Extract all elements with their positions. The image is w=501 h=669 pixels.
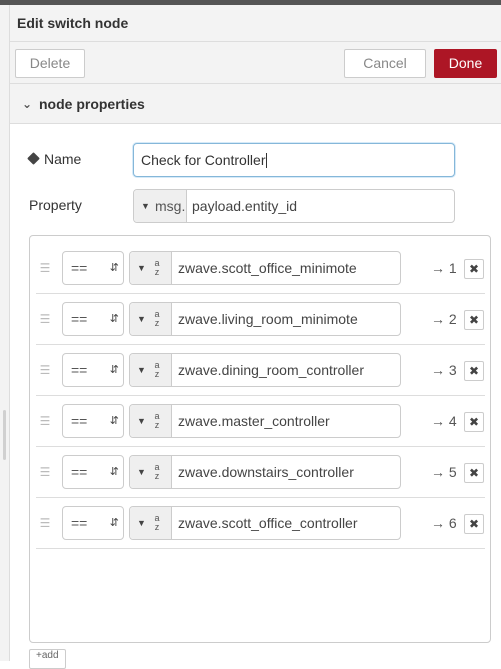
rule-value: zwave.scott_office_controller [178, 515, 358, 531]
node-properties-section[interactable]: ⌄ node properties [10, 84, 501, 124]
drag-handle-icon[interactable]: ☰ [39, 262, 51, 274]
drag-handle-icon[interactable]: ☰ [39, 517, 51, 529]
rule-row: ☰ == ⇵ ▼ a z zwave.downstairs_controller → … [36, 447, 485, 498]
output-port-label: → 5 [431, 464, 457, 480]
up-down-icon: ⇵ [109, 262, 119, 274]
rule-value: zwave.master_controller [178, 413, 330, 429]
operator-select[interactable]: == ⇵ [62, 251, 124, 285]
remove-rule-button[interactable]: ✖ [464, 259, 484, 279]
operator-value: == [71, 311, 88, 327]
rule-value: zwave.dining_room_controller [178, 362, 364, 378]
rules-list[interactable]: ☰ == ⇵ ▼ a z zwave.scott_office_minimote → … [29, 235, 491, 643]
property-type-label: msg. [155, 198, 186, 214]
resize-edge[interactable] [0, 5, 10, 661]
rule-row: ☰ == ⇵ ▼ a z zwave.scott_office_controller … [36, 498, 485, 549]
property-label: Property [29, 197, 82, 213]
rule-value-field[interactable]: ▼ a z zwave.master_controller [129, 404, 401, 438]
rule-row: ☰ == ⇵ ▼ a z zwave.living_room_minimote → 2… [36, 294, 485, 345]
drag-handle-icon[interactable]: ☰ [39, 364, 51, 376]
name-field-value: Check for Controller [141, 152, 266, 168]
up-down-icon: ⇵ [109, 517, 119, 529]
property-value: payload.entity_id [192, 198, 298, 214]
rule-value-field[interactable]: ▼ a z zwave.scott_office_minimote [129, 251, 401, 285]
caret-down-icon: ▼ [141, 201, 150, 211]
property-field[interactable]: ▼ msg. payload.entity_id [133, 189, 455, 223]
rule-value: zwave.scott_office_minimote [178, 260, 357, 276]
rule-row: ☰ == ⇵ ▼ a z zwave.dining_room_controller →… [36, 345, 485, 396]
drag-handle-icon[interactable]: ☰ [39, 466, 51, 478]
dialog-toolbar: Delete Cancel Done [10, 42, 501, 84]
operator-value: == [71, 413, 88, 429]
rule-value-field[interactable]: ▼ a z zwave.scott_office_controller [129, 506, 401, 540]
string-type-icon: az [154, 462, 160, 481]
up-down-icon: ⇵ [109, 466, 119, 478]
rule-value: zwave.downstairs_controller [178, 464, 354, 480]
drag-handle-icon[interactable]: ☰ [39, 313, 51, 325]
string-type-icon: az [154, 360, 160, 379]
value-type-button[interactable]: ▼ a z [130, 405, 172, 437]
string-type-icon: az [154, 258, 160, 277]
drag-handle-icon[interactable]: ☰ [39, 415, 51, 427]
rule-value-field[interactable]: ▼ a z zwave.living_room_minimote [129, 302, 401, 336]
operator-value: == [71, 260, 88, 276]
output-port-label: → 2 [431, 311, 457, 327]
operator-value: == [71, 464, 88, 480]
output-port-label: → 1 [431, 260, 457, 276]
text-cursor [265, 153, 267, 168]
tag-icon [27, 152, 40, 165]
rule-row: ☰ == ⇵ ▼ a z zwave.master_controller → 4 ✖ [36, 396, 485, 447]
name-field[interactable]: Check for Controller [133, 143, 455, 177]
remove-rule-button[interactable]: ✖ [464, 310, 484, 330]
value-type-button[interactable]: ▼ a z [130, 354, 172, 386]
property-type-button[interactable]: ▼ msg. [134, 190, 187, 222]
caret-down-icon: ▼ [137, 416, 146, 426]
name-label: Name [27, 151, 82, 167]
caret-down-icon: ▼ [137, 518, 146, 528]
remove-rule-button[interactable]: ✖ [464, 412, 484, 432]
remove-rule-button[interactable]: ✖ [464, 463, 484, 483]
remove-rule-button[interactable]: ✖ [464, 361, 484, 381]
resize-grip-icon[interactable] [3, 410, 6, 460]
up-down-icon: ⇵ [109, 364, 119, 376]
operator-value: == [71, 515, 88, 531]
operator-select[interactable]: == ⇵ [62, 506, 124, 540]
value-type-button[interactable]: ▼ a z [130, 303, 172, 335]
chevron-down-icon[interactable]: ⌄ [20, 84, 34, 124]
done-button[interactable]: Done [434, 49, 497, 78]
operator-select[interactable]: == ⇵ [62, 302, 124, 336]
value-type-button[interactable]: ▼ a z [130, 456, 172, 488]
caret-down-icon: ▼ [137, 365, 146, 375]
caret-down-icon: ▼ [137, 263, 146, 273]
name-label-text: Name [44, 151, 82, 167]
string-type-icon: az [154, 309, 160, 328]
output-port-label: → 4 [431, 413, 457, 429]
operator-select[interactable]: == ⇵ [62, 455, 124, 489]
caret-down-icon: ▼ [137, 314, 146, 324]
up-down-icon: ⇵ [109, 313, 119, 325]
add-label: add [41, 650, 59, 661]
operator-value: == [71, 362, 88, 378]
dialog-title: Edit switch node [10, 5, 501, 42]
delete-button[interactable]: Delete [15, 49, 85, 78]
rule-value-field[interactable]: ▼ a z zwave.dining_room_controller [129, 353, 401, 387]
add-rule-button[interactable]: +add [29, 649, 66, 669]
string-type-icon: az [154, 513, 160, 532]
rule-value-field[interactable]: ▼ a z zwave.downstairs_controller [129, 455, 401, 489]
operator-select[interactable]: == ⇵ [62, 404, 124, 438]
caret-down-icon: ▼ [137, 467, 146, 477]
operator-select[interactable]: == ⇵ [62, 353, 124, 387]
output-port-label: → 3 [431, 362, 457, 378]
remove-rule-button[interactable]: ✖ [464, 514, 484, 534]
string-type-icon: az [154, 411, 160, 430]
up-down-icon: ⇵ [109, 415, 119, 427]
rule-value: zwave.living_room_minimote [178, 311, 358, 327]
section-label: node properties [39, 96, 145, 112]
rule-row: ☰ == ⇵ ▼ a z zwave.scott_office_minimote → … [36, 243, 485, 294]
output-port-label: → 6 [431, 515, 457, 531]
value-type-button[interactable]: ▼ a z [130, 252, 172, 284]
value-type-button[interactable]: ▼ a z [130, 507, 172, 539]
cancel-button[interactable]: Cancel [344, 49, 426, 78]
